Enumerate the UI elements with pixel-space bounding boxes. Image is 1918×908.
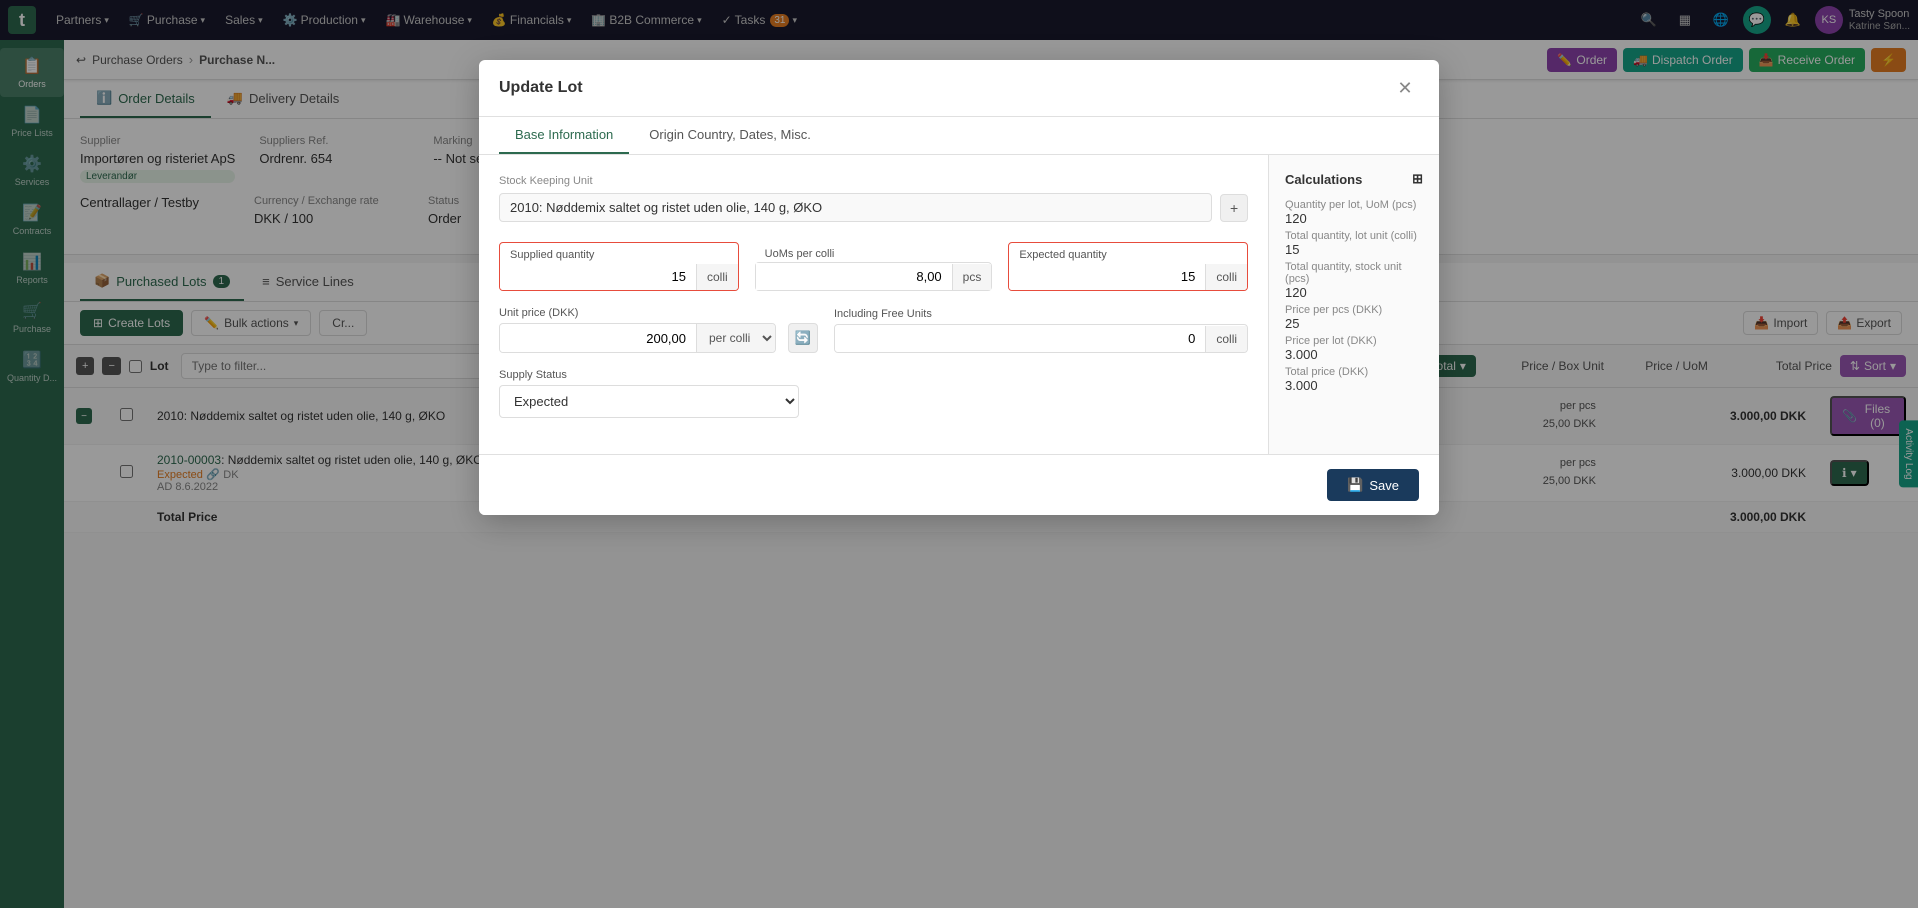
calc-row-4: Price per lot (DKK) 3.000 <box>1285 335 1423 362</box>
uom-per-colli-group: UoMs per colli pcs <box>755 242 993 291</box>
unit-price-group: Unit price (DKK) per colli 🔄 <box>499 307 818 353</box>
unit-price-per-select[interactable]: per colli <box>696 324 775 352</box>
free-units-label: Including Free Units <box>834 308 1248 320</box>
modal-form: Stock Keeping Unit + Supplied quantity c… <box>479 155 1268 454</box>
supplied-qty-input[interactable] <box>500 263 696 290</box>
update-lot-modal: Update Lot ✕ Base Information Origin Cou… <box>479 60 1439 515</box>
modal-overlay: Update Lot ✕ Base Information Origin Cou… <box>0 0 1918 908</box>
supplied-qty-group: Supplied quantity colli <box>499 242 739 291</box>
unit-price-row: Unit price (DKK) per colli 🔄 <box>499 307 1248 353</box>
calculations-title: Calculations ⊞ <box>1285 171 1423 187</box>
sku-label: Stock Keeping Unit <box>499 175 1248 187</box>
calculations-panel: Calculations ⊞ Quantity per lot, UoM (pc… <box>1268 155 1439 454</box>
supply-status-label: Supply Status <box>499 369 1248 381</box>
sku-input[interactable] <box>499 193 1212 222</box>
expected-qty-group: Expected quantity colli <box>1008 242 1248 291</box>
save-button[interactable]: 💾 Save <box>1327 469 1419 501</box>
supplied-qty-label: Supplied quantity <box>500 243 738 263</box>
supplied-qty-unit: colli <box>696 264 738 290</box>
supplied-qty-input-row: colli <box>500 263 738 290</box>
calc-row-0: Quantity per lot, UoM (pcs) 120 <box>1285 199 1423 226</box>
unit-price-label: Unit price (DKK) <box>499 307 818 319</box>
free-units-group: Including Free Units colli <box>834 308 1248 353</box>
unit-price-input-row: per colli <box>499 323 776 353</box>
uom-input[interactable] <box>756 263 952 290</box>
uom-unit: pcs <box>952 264 992 290</box>
sku-add-button[interactable]: + <box>1220 194 1248 222</box>
quantities-row: Supplied quantity colli UoMs per colli p… <box>499 242 1248 291</box>
modal-title: Update Lot <box>499 79 583 97</box>
expected-qty-input[interactable] <box>1009 263 1205 290</box>
calc-row-3: Price per pcs (DKK) 25 <box>1285 304 1423 331</box>
expected-qty-label: Expected quantity <box>1009 243 1247 263</box>
free-units-unit: colli <box>1205 326 1247 352</box>
save-icon: 💾 <box>1347 477 1363 493</box>
modal-body: Stock Keeping Unit + Supplied quantity c… <box>479 155 1439 454</box>
unit-price-input[interactable] <box>500 325 696 352</box>
free-units-input-row: colli <box>834 324 1248 353</box>
expected-qty-input-row: colli <box>1009 263 1247 290</box>
modal-close-button[interactable]: ✕ <box>1391 74 1419 102</box>
uom-input-row: pcs <box>755 262 993 291</box>
table-icon: ⊞ <box>1412 171 1423 187</box>
unit-price-refresh-button[interactable]: 🔄 <box>788 323 818 353</box>
uom-per-colli-label: UoMs per colli <box>755 242 993 262</box>
modal-footer: 💾 Save <box>479 454 1439 515</box>
calc-row-1: Total quantity, lot unit (colli) 15 <box>1285 230 1423 257</box>
modal-tabs: Base Information Origin Country, Dates, … <box>479 117 1439 155</box>
calc-row-5: Total price (DKK) 3.000 <box>1285 366 1423 393</box>
expected-qty-unit: colli <box>1205 264 1247 290</box>
supply-status-select[interactable]: Expected Received Partial <box>499 385 799 418</box>
free-units-input[interactable] <box>835 325 1205 352</box>
modal-tab-origin[interactable]: Origin Country, Dates, Misc. <box>633 117 827 154</box>
modal-header: Update Lot ✕ <box>479 60 1439 117</box>
sku-row: + <box>499 193 1248 222</box>
modal-tab-base-info[interactable]: Base Information <box>499 117 629 154</box>
calc-row-2: Total quantity, stock unit (pcs) 120 <box>1285 261 1423 300</box>
